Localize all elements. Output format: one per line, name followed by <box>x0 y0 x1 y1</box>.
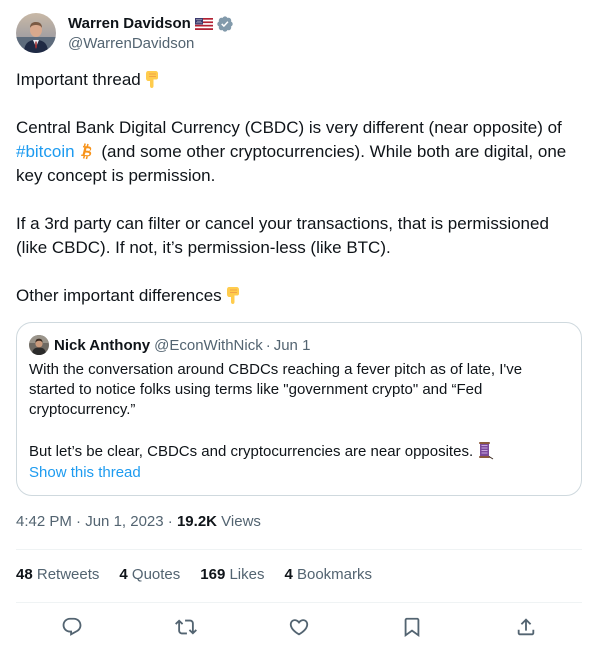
tweet-line: (and some other cryptocurrencies). While… <box>16 142 567 185</box>
retweets-label: Retweets <box>32 566 100 583</box>
show-thread-link[interactable]: Show this thread <box>29 463 141 483</box>
likes-label: Likes <box>225 566 265 583</box>
share-button[interactable] <box>513 614 539 640</box>
quoted-paragraph: With the conversation around CBDCs reach… <box>29 361 523 418</box>
us-flag-icon <box>194 17 213 30</box>
like-icon <box>288 616 310 638</box>
likes-stat[interactable]: 169 Likes <box>200 565 264 585</box>
views-count[interactable]: 19.2K <box>177 513 217 530</box>
pointing-down-icon <box>223 285 243 305</box>
bookmarks-count: 4 <box>284 566 293 583</box>
retweets-count: 48 <box>16 566 33 583</box>
bookmark-button[interactable] <box>399 614 425 640</box>
quoted-separator: · <box>265 336 271 354</box>
author-avatar[interactable] <box>16 13 56 53</box>
hashtag-link[interactable]: #bitcoin <box>16 142 75 161</box>
views-label: Views <box>217 513 261 530</box>
meta-separator: · <box>71 513 86 530</box>
tweet-date[interactable]: Jun 1, 2023 <box>85 513 163 530</box>
quoted-paragraph: But let’s be clear, CBDCs and cryptocurr… <box>29 440 569 462</box>
scroll-icon <box>475 440 495 460</box>
divider <box>16 549 582 550</box>
quotes-count: 4 <box>119 566 128 583</box>
bookmarks-label: Bookmarks <box>292 566 373 583</box>
tweet-paragraph: Important thread <box>16 68 582 92</box>
quotes-label: Quotes <box>127 566 181 583</box>
tweet-line: Other important differences <box>16 286 222 305</box>
author-handle[interactable]: @WarrenDavidson <box>68 35 234 52</box>
bitcoin-icon <box>77 141 97 161</box>
retweet-icon <box>175 616 197 638</box>
verified-badge-icon[interactable] <box>216 15 234 33</box>
tweet-time[interactable]: 4:42 PM <box>16 513 72 530</box>
pointing-down-icon <box>142 69 162 89</box>
tweet-header: Warren Davidson @WarrenDavidson <box>16 12 582 54</box>
bookmark-icon <box>401 616 423 638</box>
tweet-paragraph: If a 3rd party can filter or cancel your… <box>16 214 549 257</box>
tweet-line: Central Bank Digital Currency (CBDC) is … <box>16 118 562 137</box>
divider <box>16 602 582 603</box>
tweet-stats: 48 Retweets 4 Quotes 169 Likes 4 Bookmar… <box>16 565 392 585</box>
tweet-text: Important thread Central Bank Digital Cu… <box>16 68 582 308</box>
quotes-stat[interactable]: 4 Quotes <box>119 565 180 585</box>
reply-icon <box>61 616 83 638</box>
quoted-author-handle: @EconWithNick <box>154 336 263 354</box>
quoted-tweet-text: With the conversation around CBDCs reach… <box>29 360 569 462</box>
quoted-author-name: Nick Anthony <box>54 336 151 354</box>
meta-separator: · <box>163 513 177 530</box>
share-icon <box>515 616 537 638</box>
reply-button[interactable] <box>59 614 85 640</box>
bookmarks-stat[interactable]: 4 Bookmarks <box>284 565 372 585</box>
quoted-date: Jun 1 <box>273 336 311 354</box>
retweet-button[interactable] <box>173 614 199 640</box>
tweet-line: Important thread <box>16 70 141 89</box>
tweet-paragraph: Central Bank Digital Currency (CBDC) is … <box>16 116 582 188</box>
quoted-author-avatar <box>29 335 49 355</box>
tweet-paragraph: Other important differences <box>16 284 582 308</box>
action-bar <box>16 614 582 640</box>
retweets-stat[interactable]: 48 Retweets <box>16 565 99 585</box>
quoted-line: But let’s be clear, CBDCs and cryptocurr… <box>29 443 474 460</box>
author-name[interactable]: Warren Davidson <box>68 15 191 32</box>
quoted-tweet[interactable]: Nick Anthony @EconWithNick · Jun 1 With … <box>16 322 582 496</box>
like-button[interactable] <box>286 614 312 640</box>
quoted-tweet-header: Nick Anthony @EconWithNick · Jun 1 <box>29 335 310 355</box>
tweet-meta: 4:42 PM · Jun 1, 2023 · 19.2K Views <box>16 512 261 532</box>
likes-count: 169 <box>200 566 226 583</box>
